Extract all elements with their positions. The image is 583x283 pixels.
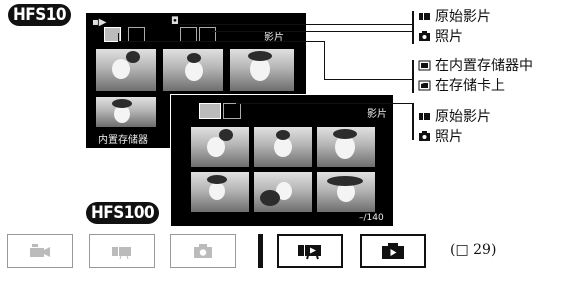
thumbnail <box>254 127 312 167</box>
camera-icon: ◘ <box>171 16 179 27</box>
movie-icon <box>112 247 131 259</box>
legend-label: 原始影片 <box>435 9 491 25</box>
model-badge-hfs10: HFS10 <box>8 4 72 26</box>
thumbnail <box>96 49 156 91</box>
thumbnail <box>191 127 249 167</box>
counter-label: –/140 <box>359 213 384 223</box>
movie-tab-icon <box>199 103 221 119</box>
movie-tab-icon <box>180 27 197 42</box>
legend-label: 在存储卡上 <box>435 78 505 94</box>
legend-label: 照片 <box>435 29 463 45</box>
legend-item: 原始影片 <box>418 8 491 25</box>
callout-line <box>118 33 119 41</box>
photo-playback-icon <box>382 243 404 259</box>
legend-label: 在内置存储器中 <box>435 58 533 74</box>
legend-item: 在存储卡上 <box>418 77 505 94</box>
callout-line <box>324 41 325 79</box>
mode-button-photo <box>170 234 236 268</box>
mode-button-camera-shoot <box>7 234 73 268</box>
callout-line <box>412 103 414 140</box>
thumbnail <box>163 49 223 91</box>
photo-tab-icon <box>223 103 241 119</box>
thumbnail <box>317 127 375 167</box>
callout-line <box>324 79 412 80</box>
memory-card-icon <box>418 79 431 92</box>
screen-front: 影片 –/140 <box>170 94 393 226</box>
legend-item: 在内置存储器中 <box>418 57 533 74</box>
photo-tab-icon <box>199 27 216 42</box>
mode-separator <box>258 234 263 268</box>
legend-item: 照片 <box>418 128 463 145</box>
callout-line <box>412 60 414 93</box>
page-reference: (□ 29) <box>450 242 497 258</box>
screen-front-title: 影片 <box>367 109 387 120</box>
camera-icon <box>418 30 431 43</box>
built-in-memory-icon <box>418 59 431 72</box>
model-badge-hfs100: HFS100 <box>86 202 160 224</box>
legend-label: 原始影片 <box>435 109 491 125</box>
callout-line <box>180 24 412 25</box>
camera-icon <box>418 130 431 143</box>
movie-icon <box>418 10 431 23</box>
location-label: 内置存储器 <box>98 135 148 146</box>
callout-line <box>412 11 414 44</box>
thumbnail <box>96 97 156 127</box>
callout-line <box>212 31 412 32</box>
legend-label: 照片 <box>435 129 463 145</box>
mode-button-photo-playback <box>360 234 426 268</box>
photo-camera-icon <box>194 244 212 258</box>
camera-shoot-icon <box>30 244 50 257</box>
callout-line <box>236 103 412 104</box>
thumbnail <box>230 49 294 91</box>
mode-button-movie <box>89 234 155 268</box>
memory-card-icon <box>128 27 145 42</box>
legend-item: 照片 <box>418 28 463 45</box>
thumbnail <box>317 172 375 212</box>
callout-line <box>118 41 324 42</box>
movie-icon <box>418 110 431 123</box>
movie-playback-icon <box>298 245 321 260</box>
legend-item: 原始影片 <box>418 108 491 125</box>
mode-button-movie-playback <box>277 234 343 268</box>
thumbnail <box>254 172 312 212</box>
thumbnail <box>191 172 249 212</box>
